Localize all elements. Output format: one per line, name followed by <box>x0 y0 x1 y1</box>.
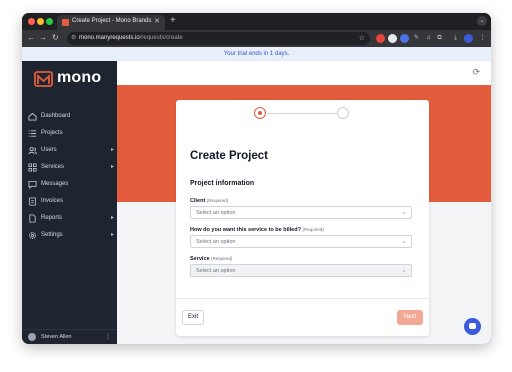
billing-select-placeholder: Select an option <box>196 239 236 245</box>
sidebar-item-messages[interactable]: Messages <box>28 178 114 192</box>
maximize-window-button[interactable] <box>46 18 53 25</box>
tab-title: Create Project - Mono Brands <box>72 18 152 24</box>
page-title: Create Project <box>190 150 268 162</box>
main-header: ⟳ <box>117 61 491 85</box>
extension-red-icon[interactable] <box>376 34 385 43</box>
list-icon <box>28 130 37 137</box>
sidebar-item-label: Services <box>41 164 65 170</box>
sidebar-item-invoices[interactable]: Invoices <box>28 195 114 209</box>
home-icon <box>28 112 37 121</box>
main-content: ⟳ Create Project Project information Cli… <box>117 61 491 344</box>
sidebar-item-settings[interactable]: Settings ▸ <box>28 229 114 243</box>
extension-circle-icon[interactable] <box>388 34 397 43</box>
billing-label: How do you want this service to be bille… <box>190 227 324 233</box>
site-info-icon[interactable]: ⚙ <box>71 34 76 41</box>
chat-support-button[interactable] <box>464 318 481 335</box>
bookmark-star-icon[interactable]: ☆ <box>359 34 365 42</box>
chevron-right-icon: ▸ <box>110 164 114 170</box>
service-select-placeholder: Select an option <box>196 268 236 274</box>
download-icon[interactable]: ⤓ <box>451 34 460 43</box>
minimize-window-button[interactable] <box>37 18 44 25</box>
sidebar-item-label: Projects <box>41 130 63 136</box>
chevron-right-icon: ▸ <box>110 147 114 153</box>
browser-toolbar: ← → ↻ ⚙ mono.manyrequests.io/requests/cr… <box>22 30 491 47</box>
gear-icon <box>29 232 36 239</box>
exit-button[interactable]: Exit <box>182 310 204 325</box>
new-tab-button[interactable]: + <box>170 15 176 26</box>
extensions-puzzle-icon[interactable]: ⧉ <box>435 34 444 43</box>
extension-blue-icon[interactable] <box>400 34 409 43</box>
sidebar-item-label: Dashboard <box>41 113 71 119</box>
chat-icon <box>469 323 476 329</box>
tab-search-icon[interactable]: ⌄ <box>477 16 487 26</box>
step-indicator-next <box>337 107 349 119</box>
forward-arrow-icon[interactable]: → <box>39 33 47 42</box>
sidebar-item-services[interactable]: Services ▸ <box>28 161 114 175</box>
chevron-right-icon: ▸ <box>110 215 114 221</box>
service-select[interactable]: Select an option ⌄ <box>190 264 412 277</box>
browser-window: Create Project - Mono Brands ✕ + ⌄ ← → ↻… <box>22 13 491 344</box>
chevron-right-icon: ▸ <box>110 232 114 238</box>
chevron-down-icon: ⌄ <box>401 238 407 245</box>
step-connector <box>267 113 337 114</box>
sidebar-item-label: Reports <box>41 215 63 221</box>
brand-name: mono <box>57 69 102 86</box>
extension-pen-icon[interactable]: ✎ <box>412 34 421 43</box>
sidebar: mono Dashboard Projects Users ▸ Services… <box>22 61 117 344</box>
url-text: mono.manyrequests.io/requests/create <box>79 35 183 41</box>
users-icon <box>28 147 37 155</box>
document-icon <box>29 214 36 223</box>
client-select[interactable]: Select an option ⌄ <box>190 206 412 219</box>
trial-banner: Your trial ends in 1 days. <box>22 47 491 61</box>
message-icon <box>28 180 37 189</box>
service-label: Service (Required) <box>190 256 233 262</box>
sidebar-item-dashboard[interactable]: Dashboard <box>28 110 114 124</box>
client-select-placeholder: Select an option <box>196 210 236 216</box>
sidebar-item-reports[interactable]: Reports ▸ <box>28 212 114 226</box>
browser-menu-icon[interactable]: ⋮ <box>478 34 487 43</box>
close-window-button[interactable] <box>28 18 35 25</box>
mono-logo-icon <box>34 71 53 87</box>
section-title: Project information <box>190 180 255 187</box>
profile-avatar-icon[interactable] <box>464 34 473 43</box>
chevron-down-icon: ⌄ <box>401 209 407 216</box>
client-label: Client (Required) <box>190 198 229 204</box>
back-arrow-icon[interactable]: ← <box>27 33 35 42</box>
billing-select[interactable]: Select an option ⌄ <box>190 235 412 248</box>
address-bar[interactable]: ⚙ mono.manyrequests.io/requests/create ☆ <box>67 32 370 45</box>
favicon-icon <box>62 19 69 26</box>
sidebar-item-label: Users <box>41 147 57 153</box>
create-project-card: Create Project Project information Clien… <box>176 100 429 336</box>
avatar <box>28 333 36 341</box>
sidebar-item-label: Messages <box>41 181 69 187</box>
browser-tab-bar: Create Project - Mono Brands ✕ + ⌄ <box>22 13 491 30</box>
invoice-icon <box>28 197 37 206</box>
sidebar-item-projects[interactable]: Projects <box>28 127 114 141</box>
chevron-down-icon: ⌄ <box>401 267 407 274</box>
browser-tab-create-project[interactable]: Create Project - Mono Brands ✕ <box>57 15 165 30</box>
more-vertical-icon[interactable]: ⋮ <box>105 333 111 340</box>
grid-icon <box>28 163 37 172</box>
next-button[interactable]: Next <box>397 310 423 325</box>
tab-close-icon[interactable]: ✕ <box>154 17 160 25</box>
sidebar-item-label: Settings <box>41 232 63 238</box>
user-name: Steven Allen <box>41 334 72 340</box>
extension-mic-icon[interactable]: ♫ <box>424 34 433 43</box>
refresh-icon[interactable]: ⟳ <box>472 67 480 78</box>
step-indicator-current <box>254 107 266 119</box>
sidebar-item-label: Invoices <box>41 198 64 204</box>
divider <box>176 298 429 299</box>
sidebar-item-users[interactable]: Users ▸ <box>28 144 114 158</box>
user-profile[interactable]: Steven Allen ⋮ <box>22 329 117 344</box>
reload-icon[interactable]: ↻ <box>52 33 59 42</box>
